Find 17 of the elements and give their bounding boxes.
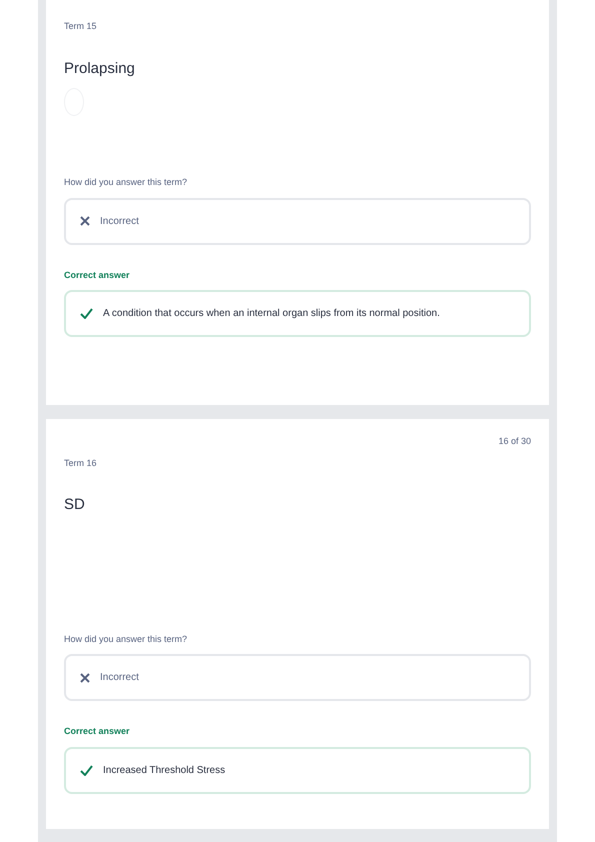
question-label: How did you answer this term? (64, 632, 188, 646)
close-icon (80, 216, 90, 226)
result-text: Incorrect (100, 671, 139, 685)
check-icon (80, 764, 93, 776)
answer-text: Increased Threshold Stress (103, 764, 226, 778)
close-icon (80, 672, 90, 682)
check-icon (80, 308, 93, 319)
term-label: Term 15 (64, 20, 98, 33)
term-label: Term 16 (64, 456, 98, 470)
answer-label: Correct answer (64, 725, 131, 738)
answer-text: A condition that occurs when an internal organ slips from its normal position. (103, 307, 440, 321)
term-text: Prolapsing (64, 58, 136, 78)
card-counter: 16 of 30 (497, 435, 531, 448)
term-text: SD (64, 495, 86, 515)
result-text: Incorrect (100, 214, 139, 228)
answer-label: Correct answer (64, 268, 131, 282)
question-label: How did you answer this term? (64, 176, 188, 189)
